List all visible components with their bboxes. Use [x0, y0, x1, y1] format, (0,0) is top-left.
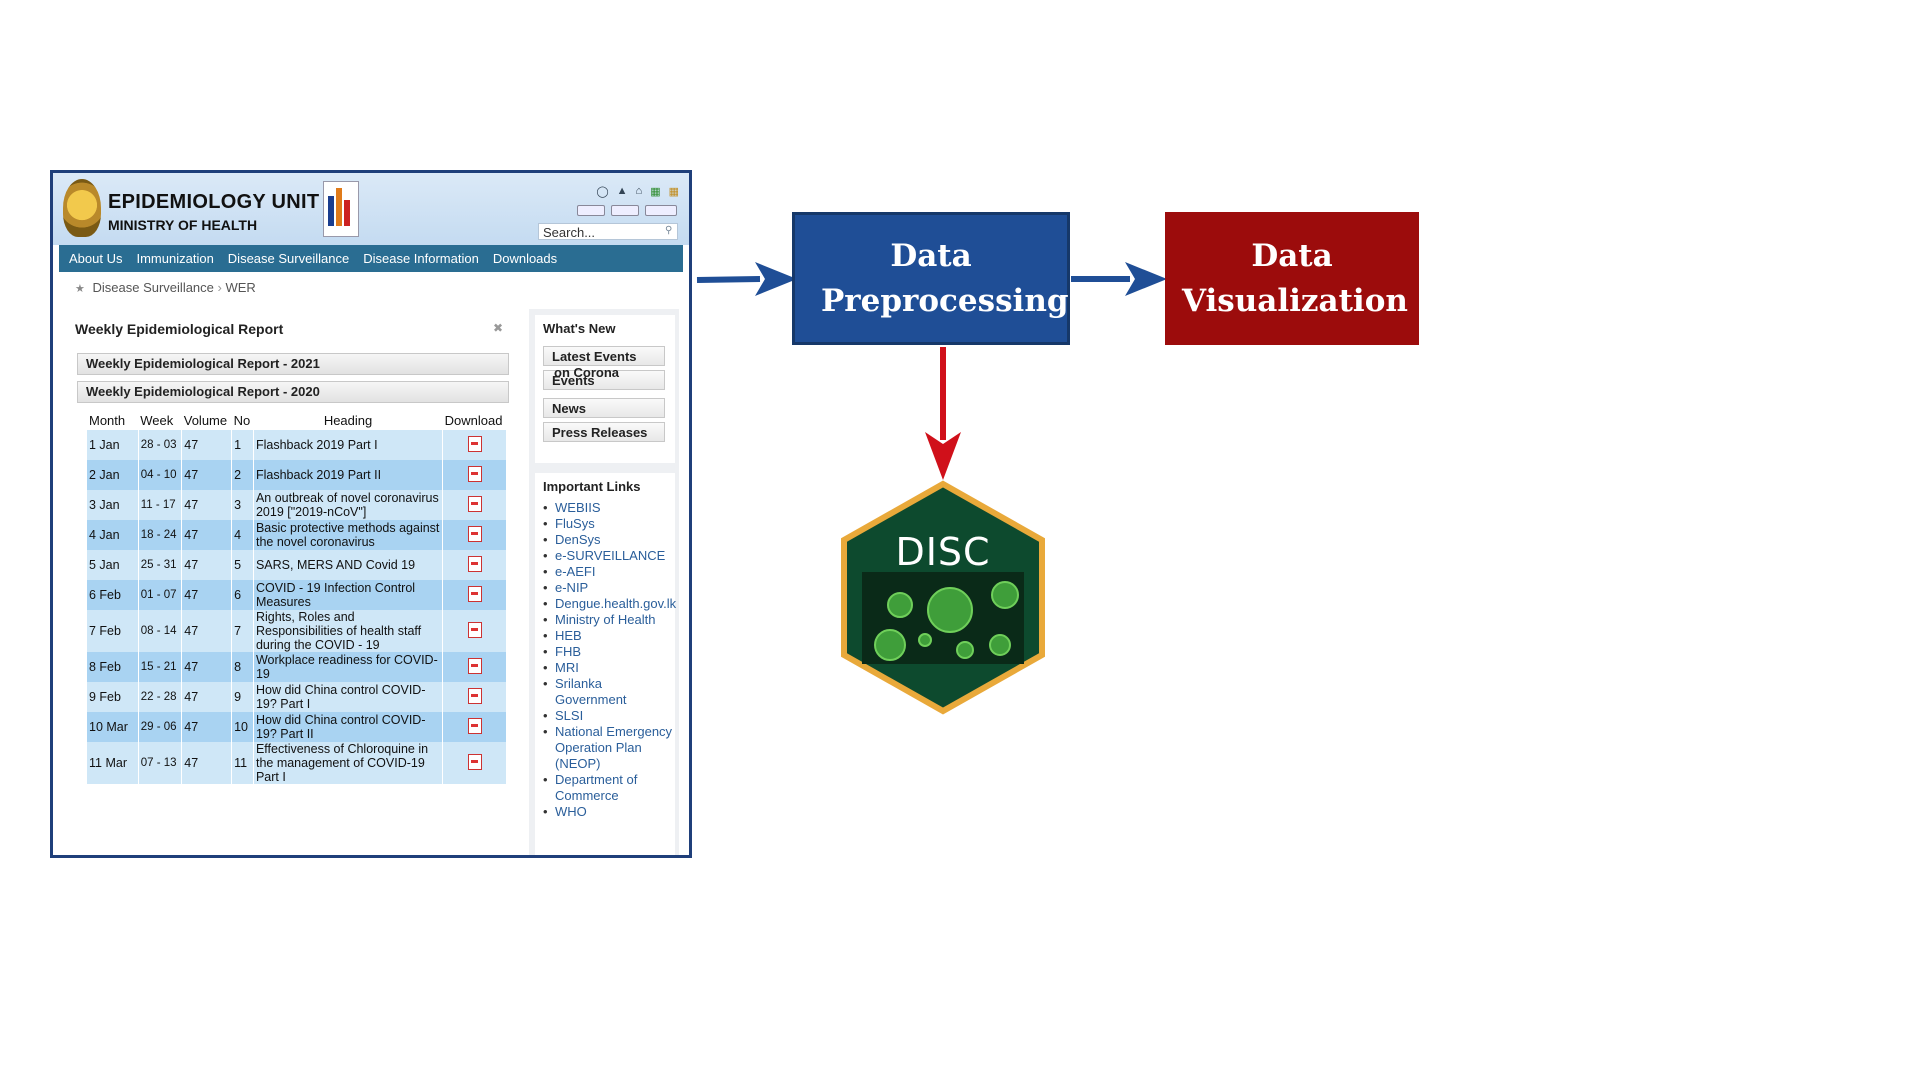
- data-preprocessing-box: Data Preprocessing: [792, 212, 1070, 345]
- disc-hexagon-icon: [841, 480, 1045, 715]
- arrow-preprocessing-to-disc: [925, 347, 961, 480]
- data-preprocessing-label: Data Preprocessing: [821, 237, 1069, 319]
- disc-label: DISC: [895, 530, 991, 574]
- disc-logo: DISC: [840, 480, 1046, 715]
- arrow-site-to-preprocessing: [696, 262, 797, 296]
- data-visualization-box: Data Visualization: [1165, 212, 1419, 345]
- arrow-preprocessing-to-visualization: [1071, 262, 1167, 296]
- data-visualization-label: Data Visualization: [1182, 237, 1408, 319]
